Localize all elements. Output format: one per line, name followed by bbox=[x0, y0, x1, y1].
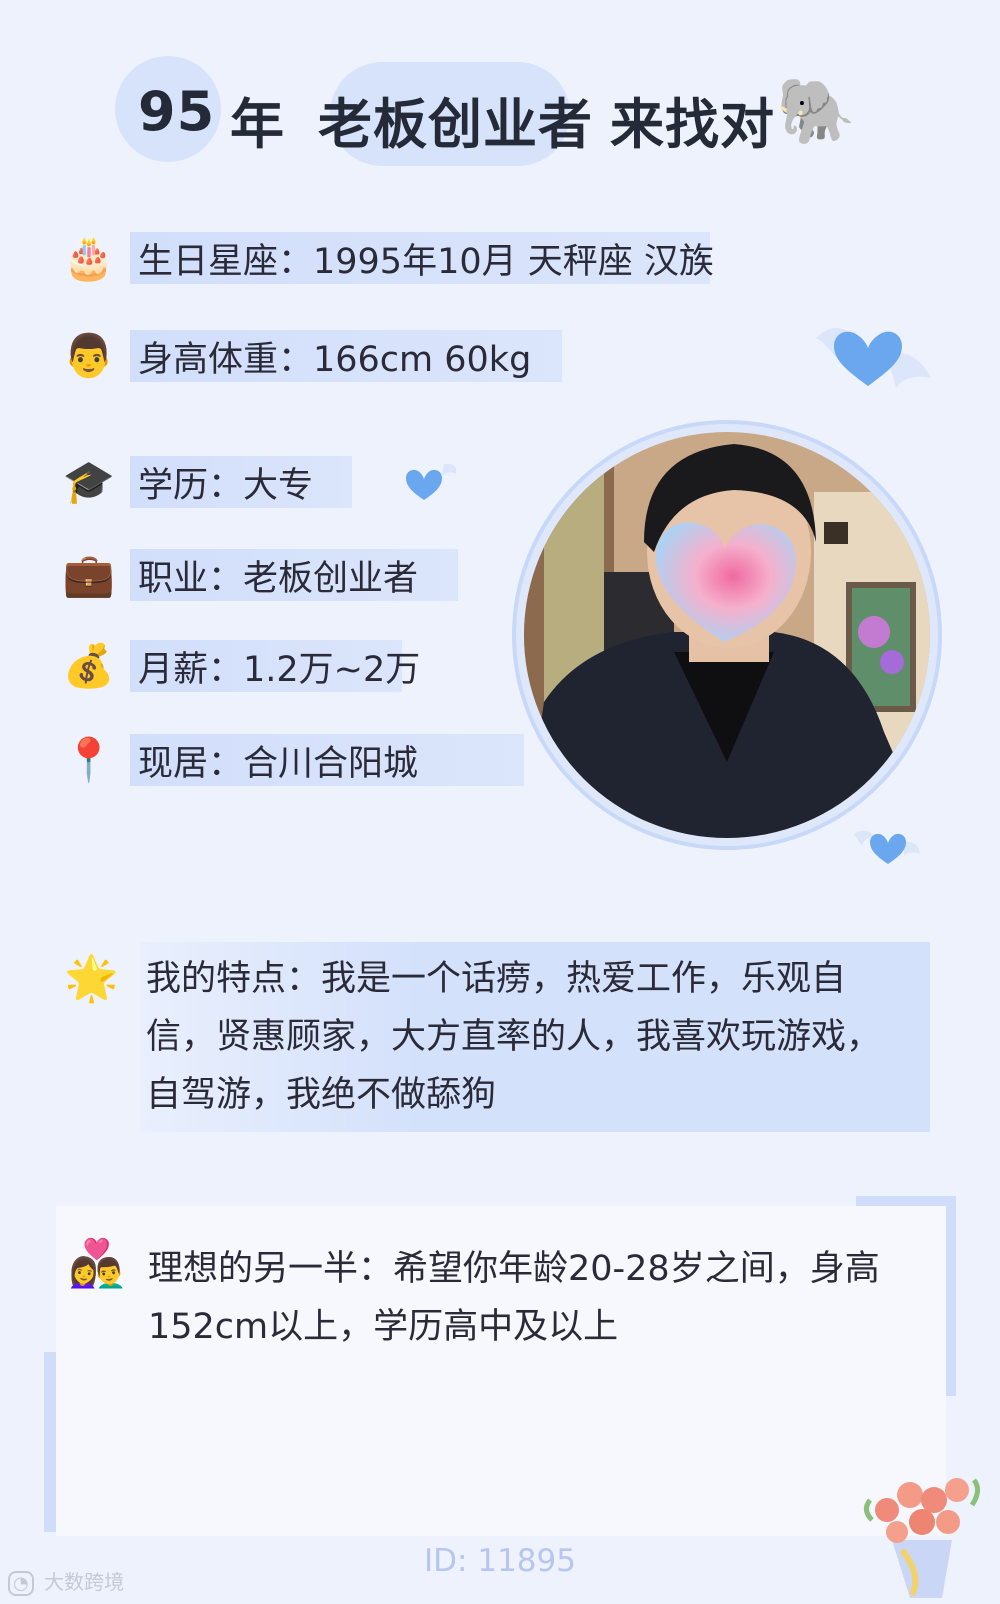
info-row-residence: 📍 现居：合川合阳城 bbox=[58, 730, 524, 790]
info-education-text: 学历：大专 bbox=[138, 465, 314, 506]
small-heart-icon-2 bbox=[852, 824, 922, 870]
winged-heart-icon bbox=[806, 318, 936, 398]
title-tail: 来找对 bbox=[610, 93, 775, 156]
info-birthday-text: 生日星座：1995年10月 天秤座 汉族 bbox=[138, 241, 714, 282]
briefcase-icon: 💼 bbox=[62, 550, 116, 599]
profile-id: ID: 11895 bbox=[424, 1543, 576, 1579]
ideal-partner-text: 理想的另一半：希望你年龄20-28岁之间，身高152cm以上，学历高中及以上 bbox=[148, 1249, 880, 1347]
graduation-cap-icon: 🎓 bbox=[62, 457, 116, 506]
page-title: 95 年 老板创业者 来找对 🐘 bbox=[0, 56, 1000, 170]
title-year: 年 bbox=[230, 93, 285, 156]
flower-bouquet-icon bbox=[842, 1450, 992, 1604]
money-bag-icon: 💰 bbox=[62, 641, 116, 690]
man-face-icon: 👨 bbox=[62, 331, 116, 380]
elephant-icon: 🐘 bbox=[776, 75, 857, 149]
info-height-weight-text: 身高体重：166cm 60kg bbox=[138, 339, 532, 380]
watermark-text: 大数跨境 bbox=[44, 1570, 125, 1594]
info-row-education: 🎓 学历：大专 bbox=[58, 452, 352, 512]
info-row-birthday: 🎂 生日星座：1995年10月 天秤座 汉族 bbox=[58, 228, 714, 288]
features-text: 我的特点：我是一个话痨，热爱工作，乐观自信，贤惠顾家，大方直率的人，我喜欢玩游戏… bbox=[146, 959, 882, 1115]
title-role: 老板创业者 bbox=[318, 93, 593, 156]
watermark-logo-icon: ◔ bbox=[8, 1571, 34, 1596]
couple-heart-icon: 👩‍❤️‍👨 bbox=[68, 1236, 126, 1290]
avatar-photo bbox=[524, 432, 930, 838]
info-row-occupation: 💼 职业：老板创业者 bbox=[58, 545, 458, 605]
watermark: ◔ 大数跨境 bbox=[8, 1566, 125, 1596]
title-age: 95 bbox=[138, 80, 216, 143]
info-row-salary: 💰 月薪：1.2万~2万 bbox=[58, 636, 420, 696]
small-heart-icon bbox=[400, 460, 460, 506]
info-row-height-weight: 👨 身高体重：166cm 60kg bbox=[58, 326, 562, 386]
info-salary-text: 月薪：1.2万~2万 bbox=[138, 649, 421, 690]
info-occupation-text: 职业：老板创业者 bbox=[138, 558, 419, 599]
glowing-star-icon: 🌟 bbox=[64, 953, 119, 1004]
info-residence-text: 现居：合川合阳城 bbox=[138, 743, 419, 784]
location-pin-icon: 📍 bbox=[62, 735, 116, 784]
birthday-cake-icon: 🎂 bbox=[62, 233, 116, 282]
